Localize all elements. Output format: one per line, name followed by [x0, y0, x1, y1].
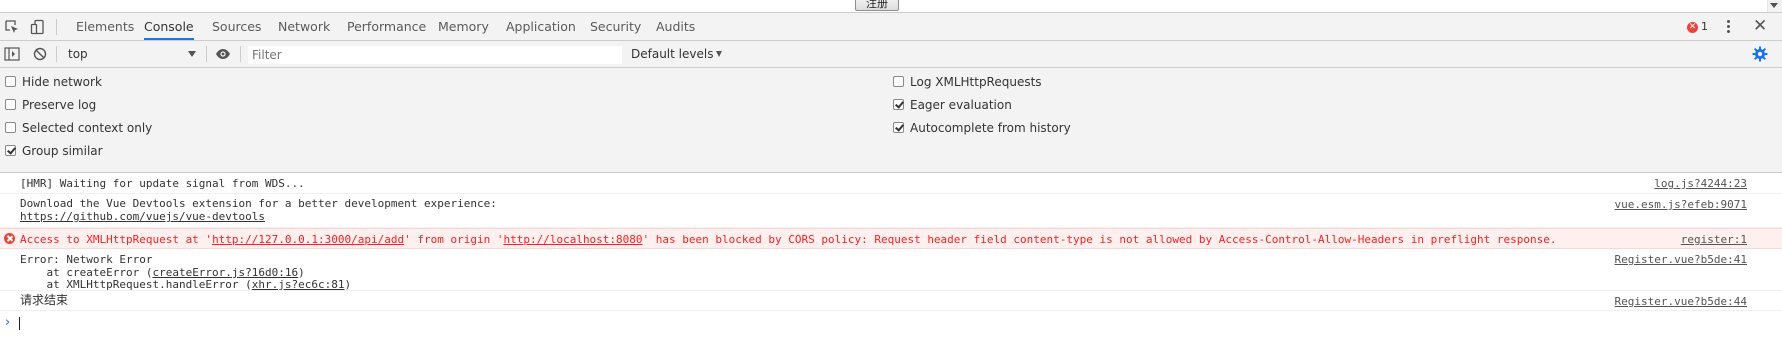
tab-security[interactable]: Security: [590, 13, 641, 40]
error-text-mid: ' from origin ': [404, 233, 504, 246]
close-icon[interactable]: ✕: [1753, 16, 1767, 36]
console-error-message: Access to XMLHttpRequest at 'http://127.…: [0, 228, 1782, 249]
tab-application[interactable]: Application: [506, 13, 576, 40]
message-text: Error: Network Error: [20, 253, 153, 266]
selected-context-only-checkbox[interactable]: [5, 122, 16, 133]
console-message: Download the Vue Devtools extension for …: [0, 194, 1782, 228]
sidebar-toggle-icon[interactable]: [4, 47, 20, 61]
autocomplete-from-history-checkbox[interactable]: [893, 122, 904, 133]
log-levels-label: Default levels: [631, 47, 714, 61]
console-input-cursor[interactable]: [19, 317, 20, 330]
setting-label: Preserve log: [22, 98, 97, 112]
hide-network-checkbox[interactable]: [5, 76, 16, 87]
console-settings-pane: Hide network Preserve log Selected conte…: [0, 68, 1782, 173]
message-link[interactable]: http://localhost:8080: [503, 233, 642, 246]
tab-elements[interactable]: Elements: [76, 13, 134, 40]
register-button[interactable]: 注册: [855, 0, 899, 11]
filter-input[interactable]: [248, 46, 622, 64]
console-message: 请求结束 Register.vue?b5de:44: [0, 291, 1782, 311]
message-source-link[interactable]: Register.vue?b5de:44: [1615, 295, 1747, 308]
message-text: Download the Vue Devtools extension for …: [20, 197, 497, 210]
error-text-post: ' has been blocked by CORS policy: Reque…: [642, 233, 1557, 246]
gear-icon[interactable]: [1752, 46, 1768, 62]
message-link[interactable]: http://127.0.0.1:3000/api/add: [212, 233, 404, 246]
log-xmlhttprequests-checkbox[interactable]: [893, 76, 904, 87]
inspected-page-strip: 注册: [0, 0, 1782, 13]
tab-performance[interactable]: Performance: [347, 13, 426, 40]
eye-icon[interactable]: [215, 48, 231, 60]
kebab-menu-icon[interactable]: [1727, 19, 1731, 35]
message-link[interactable]: https://github.com/vuejs/vue-devtools: [20, 210, 265, 223]
message-source-link[interactable]: log.js?4244:23: [1654, 177, 1747, 190]
error-icon: ✕: [1687, 21, 1698, 33]
setting-label: Autocomplete from history: [910, 121, 1071, 135]
clear-console-icon[interactable]: [33, 47, 47, 61]
tab-network[interactable]: Network: [278, 13, 330, 40]
preserve-log-checkbox[interactable]: [5, 99, 16, 110]
setting-label: Selected context only: [22, 121, 153, 135]
error-counter[interactable]: ✕ 1: [1687, 20, 1708, 34]
toolbar-divider: [206, 46, 207, 62]
page-scrollbar[interactable]: [1767, 0, 1782, 12]
message-link[interactable]: xhr.js?ec6c:81: [252, 278, 345, 291]
group-similar-checkbox[interactable]: [5, 145, 16, 156]
console-messages: [HMR] Waiting for update signal from WDS…: [0, 173, 1782, 358]
error-count-value: 1: [1701, 20, 1708, 33]
message-text: 请求结束: [20, 293, 69, 307]
toolbar-divider: [56, 46, 57, 62]
message-source-link[interactable]: Register.vue?b5de:41: [1615, 253, 1747, 266]
setting-label: Log XMLHttpRequests: [910, 75, 1042, 89]
scroll-down-arrow-icon[interactable]: [1770, 3, 1778, 8]
tab-console[interactable]: Console: [144, 13, 194, 40]
stack-frame-pre: at XMLHttpRequest.handleError (: [20, 278, 252, 291]
message-text: Access to XMLHttpRequest at 'http://127.…: [20, 233, 1556, 246]
message-source-link[interactable]: vue.esm.js?efeb:9071: [1615, 198, 1747, 211]
console-message: [HMR] Waiting for update signal from WDS…: [0, 173, 1782, 194]
console-toolbar: top Default levels: [0, 41, 1782, 68]
error-text-pre: Access to XMLHttpRequest at ': [20, 233, 213, 246]
toolbar-divider: [56, 19, 57, 35]
devtools-tab-bar: Elements Console Sources Network Perform…: [0, 13, 1782, 41]
message-source-link[interactable]: register:1: [1681, 233, 1747, 246]
tab-audits[interactable]: Audits: [656, 13, 695, 40]
error-icon: [4, 233, 15, 244]
dropdown-triangle-icon: [716, 51, 723, 57]
device-toolbar-icon[interactable]: [30, 19, 46, 35]
context-selector[interactable]: top: [68, 46, 198, 62]
log-levels-dropdown[interactable]: Default levels: [631, 46, 723, 62]
console-prompt-icon: ›: [5, 315, 11, 330]
chevron-down-icon: [188, 51, 196, 57]
inspect-element-icon[interactable]: [4, 19, 20, 35]
tab-sources[interactable]: Sources: [212, 13, 261, 40]
setting-label: Eager evaluation: [910, 98, 1012, 112]
stack-frame: at XMLHttpRequest.handleError (xhr.js?ec…: [20, 278, 351, 291]
eager-evaluation-checkbox[interactable]: [893, 99, 904, 110]
toolbar-divider: [240, 46, 241, 62]
tab-memory[interactable]: Memory: [438, 13, 489, 40]
console-message: Error: Network Error at createError (cre…: [0, 249, 1782, 291]
context-value: top: [68, 47, 88, 61]
setting-label: Hide network: [22, 75, 102, 89]
message-text: [HMR] Waiting for update signal from WDS…: [20, 177, 305, 190]
setting-label: Group similar: [22, 144, 103, 158]
stack-frame-post: ): [344, 278, 352, 291]
